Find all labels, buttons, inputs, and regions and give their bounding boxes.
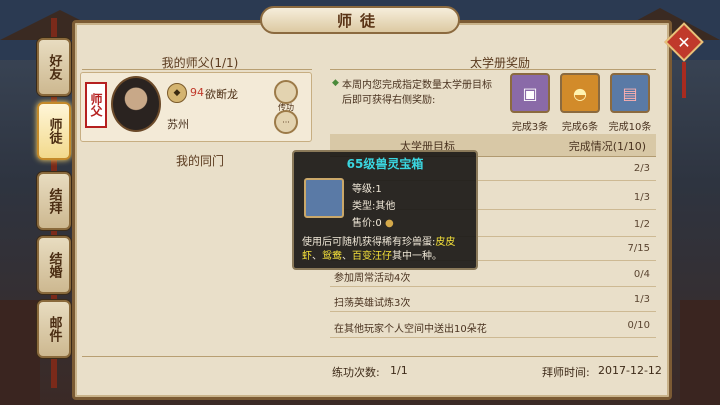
peers-section-title: 我的同门	[175, 154, 224, 168]
desc-highlight: 百变汪仔	[352, 251, 392, 262]
tooltip-type-value: 其他	[375, 201, 396, 212]
task-progress: 0/10	[627, 320, 650, 331]
reward-box-6[interactable]: ◓	[560, 73, 600, 113]
master-level: 94	[190, 86, 204, 99]
reward-bullet-icon: ◆	[332, 78, 339, 88]
tab-mail-label: 邮件	[46, 316, 62, 342]
tooltip-type-label: 类型:	[352, 201, 376, 212]
tab-friends[interactable]: 好友	[37, 38, 71, 96]
gift-chest-icon	[304, 178, 344, 218]
divider	[82, 356, 658, 357]
table-row: 在其他玩家个人空间中送出10朵花 0/10	[330, 315, 656, 338]
reward-box-10[interactable]: ▤	[610, 73, 650, 113]
gold-ingot-icon: ◓	[573, 83, 587, 103]
tab-marriage-label: 结婚	[46, 252, 62, 278]
master-tag: 师父	[85, 82, 107, 128]
tooltip-price-value: 0	[375, 218, 382, 229]
train-count: 1/1	[390, 364, 408, 377]
task-progress: 0/4	[633, 269, 650, 280]
train-button[interactable]: 传功	[274, 80, 298, 112]
reward-label-10: 完成10条	[608, 122, 652, 133]
tab-sworn[interactable]: 结拜	[37, 172, 71, 230]
master-name: 欲断龙	[205, 88, 238, 101]
tooltip-title: 65级兽灵宝箱	[346, 157, 424, 171]
window-title: 师徒	[260, 6, 460, 34]
avatar[interactable]	[111, 76, 161, 132]
tooltip-level-value: 1	[375, 184, 382, 195]
desc-highlight: 鸳鸯	[322, 251, 342, 262]
tooltip-level-label: 等级:	[352, 184, 376, 195]
tooltip-price: 售价:0 ●	[352, 214, 394, 229]
tab-marriage[interactable]: 结婚	[37, 236, 71, 294]
task-progress: 7/15	[627, 243, 650, 254]
tab-mail[interactable]: 邮件	[37, 300, 71, 358]
master-time: 2017-12-12	[598, 364, 662, 377]
task-progress: 1/2	[633, 219, 650, 230]
treasure-chest-icon: ▣	[522, 83, 538, 103]
tooltip-description: 使用后可随机获得稀有珍兽蛋:皮皮虾、鸳鸯、百变汪仔其中一种。	[302, 236, 474, 264]
rank-emblem-icon: ◆	[167, 83, 187, 103]
reward-label-3: 完成3条	[511, 122, 549, 133]
reward-description: 本周内您完成指定数量太学册目标后即可获得右侧奖励:	[342, 80, 492, 106]
master-location: 苏州	[167, 118, 189, 131]
divider	[330, 69, 656, 70]
task-progress: 1/3	[633, 294, 650, 305]
tab-master-apprentice[interactable]: 师徒	[37, 102, 71, 160]
gift-chest-icon: ▤	[622, 83, 638, 103]
master-tag-text: 师父	[89, 93, 103, 117]
train-count-label: 练功次数:	[332, 366, 380, 379]
table-row: 扫荡英雄试炼3次 1/3	[330, 289, 656, 312]
item-tooltip: 65级兽灵宝箱 等级:1 类型:其他 售价:0 ● 使用后可随机获得稀有珍兽蛋:…	[292, 150, 478, 270]
reward-box-3[interactable]: ▣	[510, 73, 550, 113]
col-progress: 完成情况(1/10)	[568, 140, 646, 153]
close-tassel	[682, 62, 686, 98]
desc-suffix: 其中一种。	[392, 251, 442, 262]
master-time-label: 拜师时间:	[542, 366, 590, 379]
divider	[82, 69, 312, 70]
tab-sworn-label: 结拜	[46, 188, 62, 214]
tooltip-price-label: 售价:	[352, 218, 376, 229]
reward-label-6: 完成6条	[561, 122, 599, 133]
more-button-label: ···	[282, 117, 290, 127]
desc-sep: 、	[342, 251, 352, 262]
task-name: 扫荡英雄试炼3次	[334, 298, 411, 309]
task-progress: 1/3	[633, 192, 650, 203]
coin-icon: ●	[384, 218, 394, 229]
tooltip-type: 类型:其他	[352, 197, 395, 212]
tab-friends-label: 好友	[46, 54, 62, 80]
tab-master-apprentice-label: 师徒	[46, 118, 62, 144]
tooltip-level: 等级:1	[352, 180, 382, 195]
desc-sep: 、	[312, 251, 322, 262]
task-progress: 2/3	[633, 163, 650, 174]
more-button[interactable]: ···	[274, 110, 298, 134]
task-name: 参加周常活动4次	[334, 273, 411, 284]
desc-prefix: 使用后可随机获得稀有珍兽蛋:	[302, 237, 436, 248]
task-name: 在其他玩家个人空间中送出10朵花	[334, 324, 487, 335]
close-icon: ✕	[677, 32, 691, 52]
